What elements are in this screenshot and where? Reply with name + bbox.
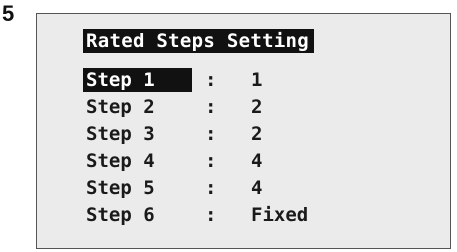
setting-label-step-4: Step 4 [86, 150, 155, 172]
setting-label-step-1: Step 1 [83, 68, 192, 92]
setting-value-step-2: 2 [251, 96, 263, 118]
step-number: 5 [2, 1, 15, 26]
screen-title: Rated Steps Setting [83, 29, 315, 53]
setting-label-step-2: Step 2 [86, 96, 155, 118]
setting-label-step-5: Step 5 [86, 177, 155, 199]
setting-label-step-3: Step 3 [86, 123, 155, 145]
setting-value-step-6: Fixed [251, 204, 309, 226]
setting-value-step-3: 2 [251, 123, 263, 145]
setting-value-step-5: 4 [251, 177, 263, 199]
setting-separator: : [205, 96, 217, 118]
setting-separator: : [205, 150, 217, 172]
setting-label-step-6: Step 6 [86, 204, 155, 226]
setting-value-step-1: 1 [251, 69, 263, 91]
setting-separator: : [205, 204, 217, 226]
lcd-screen: Rated Steps Setting Step 1 : 1 Step 2 : … [36, 13, 451, 249]
setting-value-step-4: 4 [251, 150, 263, 172]
setting-separator: : [205, 69, 217, 91]
setting-separator: : [205, 177, 217, 199]
setting-separator: : [205, 123, 217, 145]
